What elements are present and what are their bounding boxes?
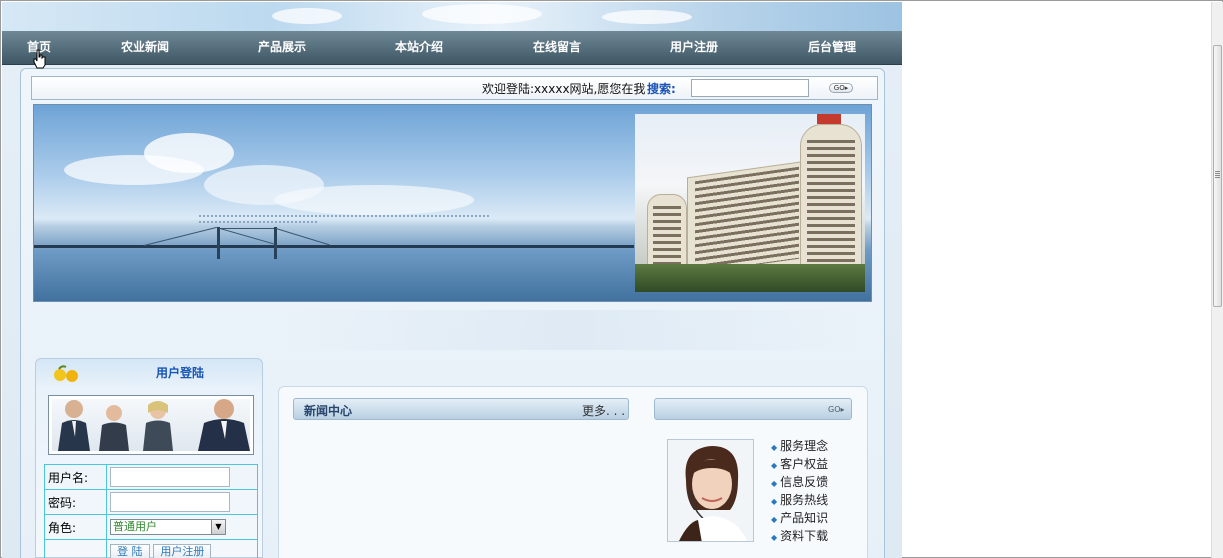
go-label: GO	[833, 84, 845, 92]
role-select[interactable]: 普通用户 ▼	[110, 519, 226, 535]
customer-service-photo	[667, 439, 754, 542]
header-sky-banner	[2, 2, 902, 32]
main-navigation: 首页 农业新闻 产品展示 本站介绍 在线留言 用户注册 后台管理	[2, 31, 902, 65]
login-form: 用户名: 密码: 角色: 普通用户 ▼ 登 陆 用户注册	[44, 464, 258, 558]
business-people-photo	[48, 395, 254, 455]
search-go-button[interactable]: GO▸	[829, 83, 853, 93]
hero-banner	[33, 104, 872, 302]
nav-agri-news[interactable]: 农业新闻	[121, 31, 169, 65]
service-link-feedback[interactable]: ◆ 信息反馈	[771, 473, 828, 490]
web-page: 首页 农业新闻 产品展示 本站介绍 在线留言 用户注册 后台管理 欢迎登陆:xx…	[2, 2, 902, 558]
login-title: 用户登陆	[156, 366, 205, 380]
service-go-label: GO	[828, 405, 841, 414]
service-link-label: 信息反馈	[780, 475, 829, 489]
news-title: 新闻中心	[304, 404, 353, 418]
service-link-label: 资料下载	[780, 529, 829, 543]
welcome-marquee-text: 欢迎登陆:xxxxx网站,愿您在我	[482, 82, 646, 96]
browser-window: 首页 农业新闻 产品展示 本站介绍 在线留言 用户注册 后台管理 欢迎登陆:xx…	[0, 0, 1223, 558]
service-link-label: 服务理念	[780, 439, 829, 453]
nav-guestbook[interactable]: 在线留言	[533, 31, 581, 65]
service-link-rights[interactable]: ◆ 客户权益	[771, 455, 828, 472]
password-label: 密码:	[44, 489, 107, 515]
search-label: 搜索:	[647, 82, 676, 96]
background-decoration	[272, 310, 872, 350]
diamond-bullet-icon: ◆	[771, 533, 778, 542]
service-link-downloads[interactable]: ◆ 资料下载	[771, 527, 828, 544]
nav-admin[interactable]: 后台管理	[808, 31, 856, 65]
search-input[interactable]	[691, 79, 809, 97]
username-label: 用户名:	[44, 464, 107, 490]
diamond-bullet-icon: ◆	[771, 479, 778, 488]
login-button[interactable]: 登 陆	[110, 544, 150, 558]
building-photo	[635, 114, 865, 292]
register-button[interactable]: 用户注册	[153, 544, 212, 558]
username-input[interactable]	[110, 467, 230, 487]
service-link-label: 产品知识	[780, 511, 829, 525]
role-label: 角色:	[44, 514, 107, 540]
diamond-bullet-icon: ◆	[771, 497, 778, 506]
service-go-link[interactable]: GO▸	[828, 405, 845, 414]
service-link-hotline[interactable]: ◆ 服务热线	[771, 491, 828, 508]
chevron-down-icon[interactable]: ▼	[211, 520, 225, 534]
diamond-bullet-icon: ◆	[771, 443, 778, 452]
fruit-icon	[54, 365, 78, 382]
service-link-label: 服务热线	[780, 493, 829, 507]
service-header-bar	[654, 398, 852, 420]
scrollbar-grip-icon	[1215, 171, 1220, 179]
password-input[interactable]	[110, 492, 230, 512]
nav-register[interactable]: 用户注册	[670, 31, 718, 65]
nav-about[interactable]: 本站介绍	[395, 31, 443, 65]
service-link-label: 客户权益	[780, 457, 829, 471]
empty-cell	[44, 539, 107, 558]
service-link-philosophy[interactable]: ◆ 服务理念	[771, 437, 828, 454]
diamond-bullet-icon: ◆	[771, 461, 778, 470]
nav-products[interactable]: 产品展示	[258, 31, 306, 65]
news-more-link[interactable]: 更多. . .	[582, 402, 625, 419]
diamond-bullet-icon: ◆	[771, 515, 778, 524]
hand-cursor-icon	[33, 49, 46, 69]
service-link-knowledge[interactable]: ◆ 产品知识	[771, 509, 828, 526]
role-selected-value: 普通用户	[113, 520, 157, 533]
